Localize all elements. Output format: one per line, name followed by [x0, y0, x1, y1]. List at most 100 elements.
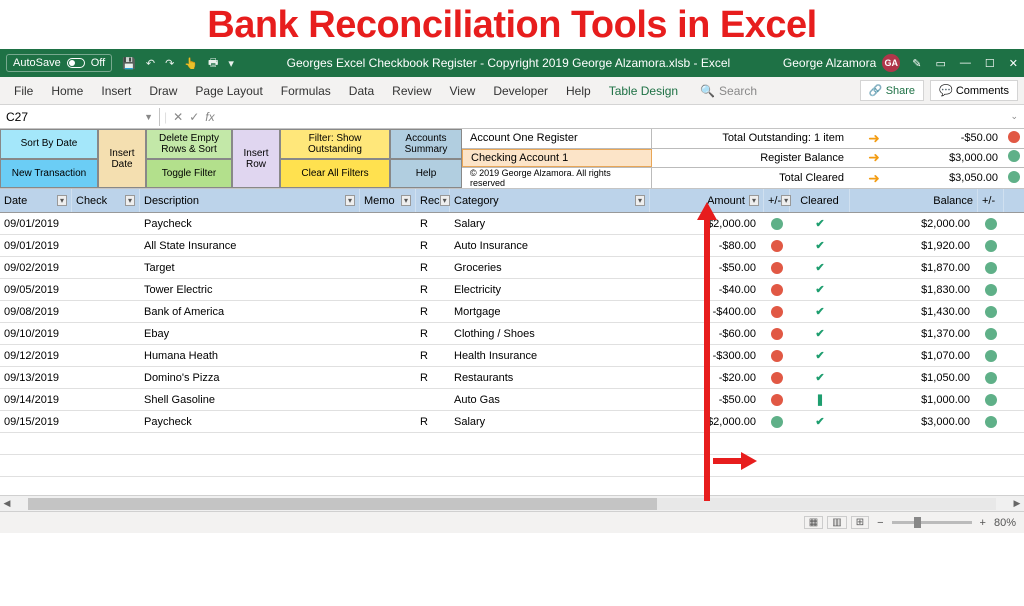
zoom-level[interactable]: 80%: [994, 517, 1016, 529]
delete-empty-rows-button[interactable]: Delete Empty Rows & Sort: [146, 129, 232, 159]
tell-me-search[interactable]: 🔍 Search: [700, 84, 757, 98]
cell-cleared[interactable]: ✔: [790, 261, 850, 274]
cell-cleared[interactable]: ✔: [790, 239, 850, 252]
maximize-icon[interactable]: ☐: [985, 57, 995, 70]
table-row-empty[interactable]: [0, 433, 1024, 455]
cell-description[interactable]: All State Insurance: [140, 240, 360, 252]
filter-outstanding-button[interactable]: Filter: Show Outstanding: [280, 129, 390, 159]
cell-category[interactable]: Salary: [450, 218, 650, 230]
user-account[interactable]: George Alzamora GA: [783, 54, 900, 72]
cell-amount[interactable]: -$50.00: [650, 262, 764, 274]
cell-category[interactable]: Electricity: [450, 284, 650, 296]
cell-category[interactable]: Auto Gas: [450, 394, 650, 406]
cell-date[interactable]: 09/15/2019: [0, 416, 72, 428]
print-icon[interactable]: 🖶: [208, 54, 218, 73]
cell-description[interactable]: Bank of America: [140, 306, 360, 318]
tab-review[interactable]: Review: [384, 80, 439, 102]
tab-file[interactable]: File: [6, 80, 41, 102]
tab-formulas[interactable]: Formulas: [273, 80, 339, 102]
table-row[interactable]: 09/08/2019Bank of AmericaRMortgage-$400.…: [0, 301, 1024, 323]
cell-rec[interactable]: R: [416, 218, 450, 230]
cell-description[interactable]: Paycheck: [140, 416, 360, 428]
minimize-icon[interactable]: —: [960, 57, 971, 69]
undo-icon[interactable]: ↶: [146, 57, 155, 70]
name-box[interactable]: C27 ▼: [0, 108, 160, 126]
cell-description[interactable]: Domino's Pizza: [140, 372, 360, 384]
table-row[interactable]: 09/12/2019Humana HeathRHealth Insurance-…: [0, 345, 1024, 367]
col-check[interactable]: Check▾: [72, 189, 140, 212]
save-icon[interactable]: 💾: [122, 57, 136, 70]
col-rec[interactable]: Rec▾: [416, 189, 450, 212]
expand-formula-icon[interactable]: ⌄: [1004, 111, 1024, 122]
cell-cleared[interactable]: ✔: [790, 415, 850, 428]
tab-help[interactable]: Help: [558, 80, 599, 102]
tab-table-design[interactable]: Table Design: [601, 80, 686, 102]
tab-insert[interactable]: Insert: [93, 80, 139, 102]
table-row-empty[interactable]: [0, 477, 1024, 495]
tab-page-layout[interactable]: Page Layout: [187, 80, 270, 102]
page-layout-icon[interactable]: ▥: [827, 516, 846, 529]
scrollbar-thumb[interactable]: [28, 498, 657, 510]
cell-amount[interactable]: -$400.00: [650, 306, 764, 318]
cell-cleared[interactable]: ❚: [790, 393, 850, 406]
cell-description[interactable]: Paycheck: [140, 218, 360, 230]
cell-description[interactable]: Target: [140, 262, 360, 274]
new-transaction-button[interactable]: New Transaction: [0, 159, 98, 189]
tab-view[interactable]: View: [442, 80, 484, 102]
touch-icon[interactable]: 👆: [184, 57, 198, 70]
sort-by-date-button[interactable]: Sort By Date: [0, 129, 98, 159]
tab-data[interactable]: Data: [341, 80, 382, 102]
insert-row-button[interactable]: Insert Row: [232, 129, 280, 188]
cell-cleared[interactable]: ✔: [790, 349, 850, 362]
comments-button[interactable]: 💬 Comments: [930, 80, 1018, 101]
cell-category[interactable]: Groceries: [450, 262, 650, 274]
account-name-field[interactable]: Checking Account 1: [462, 149, 652, 168]
table-row[interactable]: 09/14/2019Shell GasolineAuto Gas-$50.00❚…: [0, 389, 1024, 411]
cell-date[interactable]: 09/01/2019: [0, 218, 72, 230]
cell-rec[interactable]: R: [416, 350, 450, 362]
accounts-summary-button[interactable]: Accounts Summary: [390, 129, 462, 159]
draw-icon[interactable]: ✎: [912, 57, 921, 70]
cell-rec[interactable]: R: [416, 306, 450, 318]
cell-rec[interactable]: R: [416, 240, 450, 252]
col-date[interactable]: Date▾: [0, 189, 72, 212]
fx-icon[interactable]: fx: [205, 110, 214, 124]
col-pm2[interactable]: +/-: [978, 189, 1004, 212]
cell-rec[interactable]: R: [416, 284, 450, 296]
toggle-filter-button[interactable]: Toggle Filter: [146, 159, 232, 189]
cell-date[interactable]: 09/13/2019: [0, 372, 72, 384]
insert-date-button[interactable]: Insert Date: [98, 129, 146, 188]
col-cleared[interactable]: Cleared: [790, 189, 850, 212]
page-break-icon[interactable]: ⊞: [851, 516, 869, 529]
cell-date[interactable]: 09/14/2019: [0, 394, 72, 406]
zoom-slider[interactable]: [892, 521, 972, 524]
normal-view-icon[interactable]: ▦: [804, 516, 823, 529]
cell-cleared[interactable]: ✔: [790, 327, 850, 340]
cell-cleared[interactable]: ✔: [790, 217, 850, 230]
cell-date[interactable]: 09/10/2019: [0, 328, 72, 340]
cell-rec[interactable]: R: [416, 262, 450, 274]
cell-description[interactable]: Shell Gasoline: [140, 394, 360, 406]
table-row[interactable]: 09/13/2019Domino's PizzaRRestaurants-$20…: [0, 367, 1024, 389]
col-balance[interactable]: Balance: [850, 189, 978, 212]
cell-date[interactable]: 09/01/2019: [0, 240, 72, 252]
tab-developer[interactable]: Developer: [485, 80, 556, 102]
zoom-in-icon[interactable]: +: [980, 517, 986, 529]
horizontal-scrollbar[interactable]: ◀ ▶: [0, 495, 1024, 511]
col-description[interactable]: Description▾: [140, 189, 360, 212]
table-row[interactable]: 09/02/2019TargetRGroceries-$50.00✔$1,870…: [0, 257, 1024, 279]
cell-rec[interactable]: R: [416, 416, 450, 428]
cell-category[interactable]: Clothing / Shoes: [450, 328, 650, 340]
cell-date[interactable]: 09/12/2019: [0, 350, 72, 362]
cell-category[interactable]: Mortgage: [450, 306, 650, 318]
cell-amount[interactable]: $2,000.00: [650, 218, 764, 230]
table-row[interactable]: 09/05/2019Tower ElectricRElectricity-$40…: [0, 279, 1024, 301]
cell-amount[interactable]: -$60.00: [650, 328, 764, 340]
cell-description[interactable]: Humana Heath: [140, 350, 360, 362]
cell-date[interactable]: 09/05/2019: [0, 284, 72, 296]
help-button[interactable]: Help: [390, 159, 462, 189]
table-row-empty[interactable]: [0, 455, 1024, 477]
cell-category[interactable]: Restaurants: [450, 372, 650, 384]
cell-category[interactable]: Auto Insurance: [450, 240, 650, 252]
col-category[interactable]: Category▾: [450, 189, 650, 212]
